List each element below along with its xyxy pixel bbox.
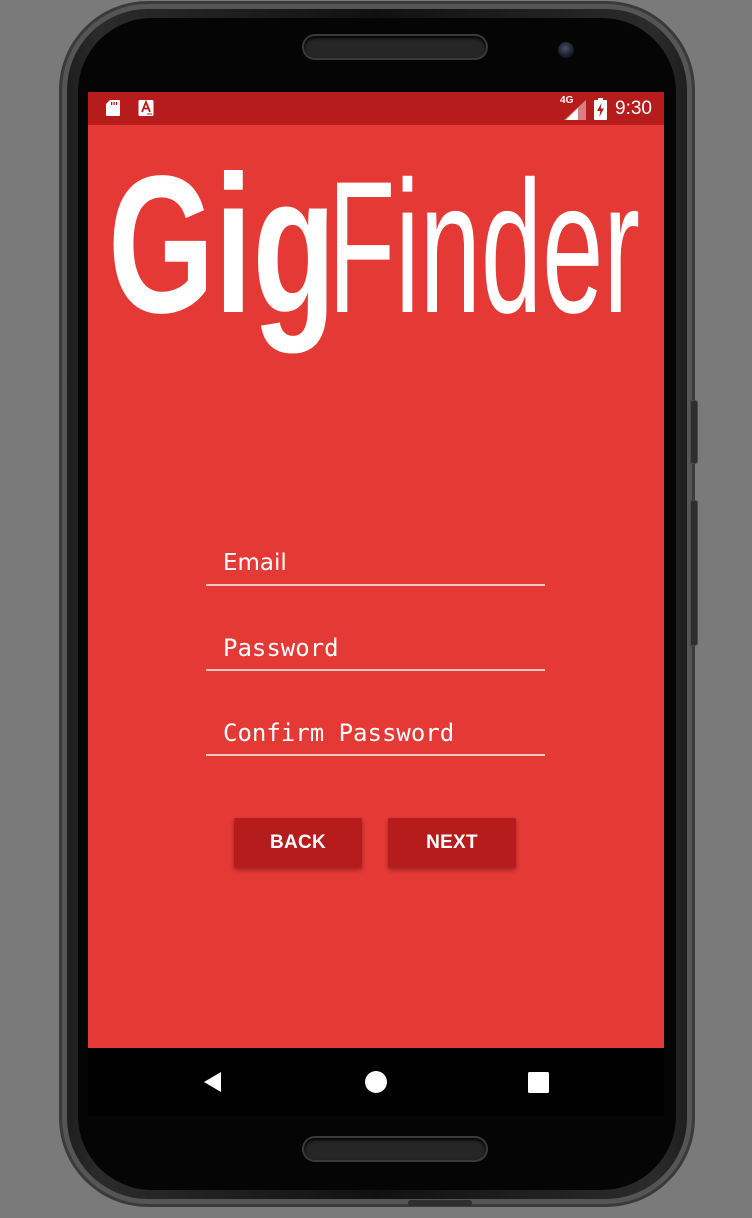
power-button[interactable] [690,500,698,646]
recents-square-icon[interactable] [523,1067,553,1097]
bottom-speaker [304,1138,486,1160]
gigfinder-logo: Gig Finder [108,154,640,354]
signal-icon: 4G [560,95,587,120]
next-button[interactable]: NEXT [388,818,516,868]
app-screen: 4G 9:30 Gig Finder Email BACK NEXT [88,92,664,1048]
emulator-stage: 4G 9:30 Gig Finder Email BACK NEXT [0,0,752,1218]
email-field[interactable] [206,544,545,586]
status-right-group: 4G 9:30 [560,92,652,125]
battery-charging-icon [594,97,608,120]
back-button[interactable]: BACK [234,818,362,868]
accessibility-app-icon [138,99,154,116]
home-circle-icon[interactable] [361,1067,391,1097]
confirm-password-field[interactable] [206,714,545,756]
back-triangle-icon[interactable] [199,1067,229,1097]
status-bar: 4G 9:30 [88,92,664,125]
volume-button[interactable] [690,400,698,464]
status-clock: 9:30 [615,97,652,119]
password-input[interactable] [206,629,545,667]
bottom-port [408,1200,472,1206]
top-speaker [304,36,486,58]
sd-card-icon [106,100,120,116]
logo-gig-text: Gig [108,154,336,354]
front-camera [558,42,574,58]
email-input[interactable] [206,544,545,582]
password-field[interactable] [206,629,545,671]
confirm-password-input[interactable] [206,714,545,752]
logo-finder-text: Finder [328,154,640,352]
navigation-bar [88,1048,664,1116]
